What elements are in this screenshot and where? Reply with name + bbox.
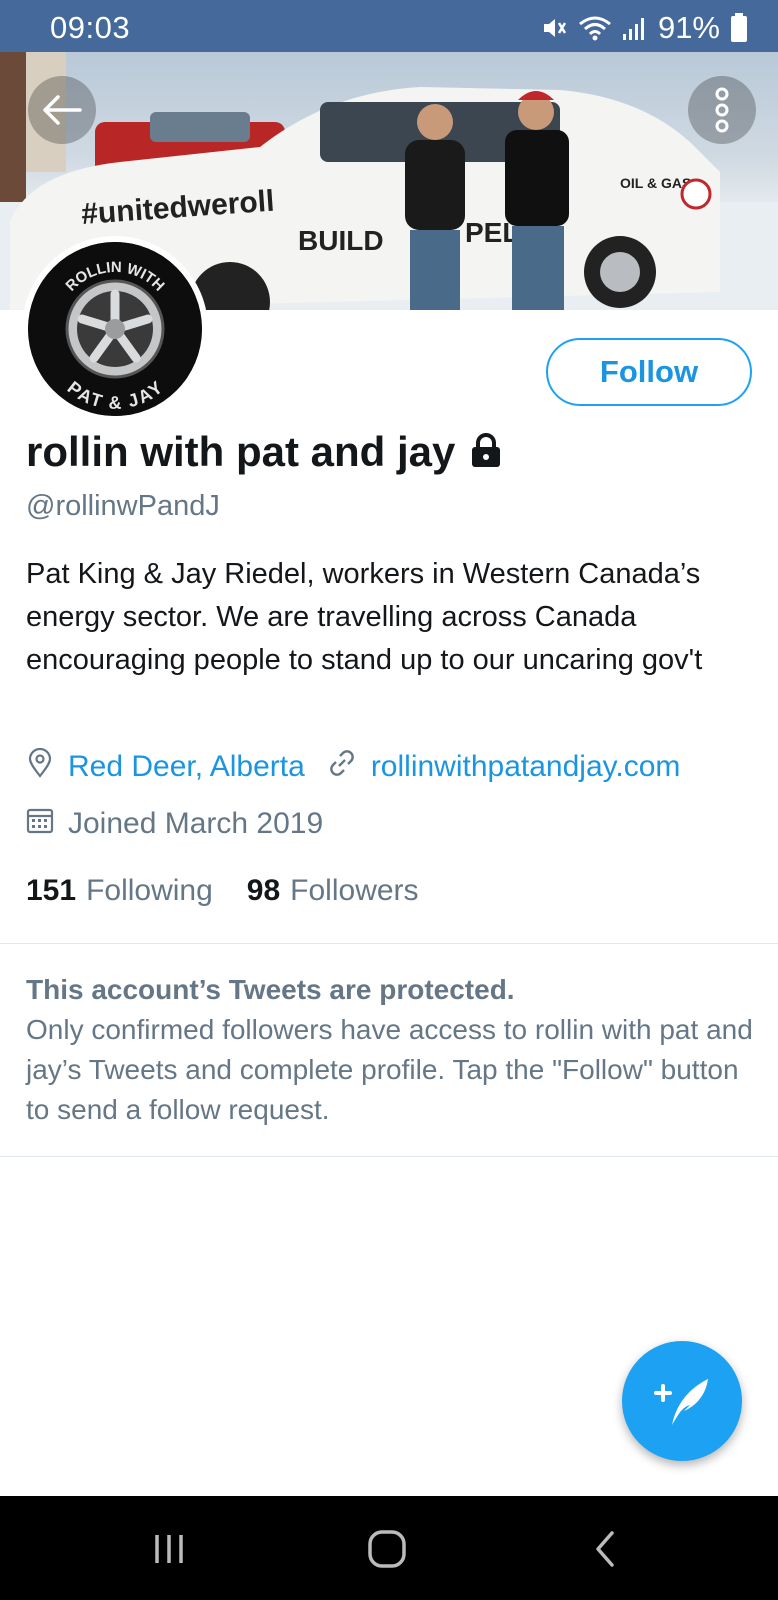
signal-icon <box>622 14 648 42</box>
recent-apps-button[interactable] <box>144 1526 194 1572</box>
location-text[interactable]: Red Deer, Alberta <box>68 750 305 784</box>
banner-truck-text-3: OIL & GAS <box>620 175 691 191</box>
link-icon <box>327 748 357 786</box>
battery-icon <box>730 13 748 43</box>
battery-percent: 91% <box>657 10 720 45</box>
location-pin-icon <box>26 747 54 786</box>
protected-title: This account’s Tweets are protected. <box>26 974 515 1005</box>
status-bar: 09:03 91% <box>0 0 778 52</box>
joined-text: Joined March 2019 <box>68 807 324 840</box>
more-options-button[interactable] <box>688 76 756 144</box>
name-row: rollin with pat and jay <box>26 428 503 476</box>
back-button[interactable] <box>28 76 96 144</box>
followers-stat[interactable]: 98 Followers <box>247 874 419 908</box>
protected-body: Only confirmed followers have access to … <box>26 1014 753 1125</box>
following-count: 151 <box>26 874 77 907</box>
compose-tweet-button[interactable] <box>622 1341 742 1461</box>
joined-date: Joined March 2019 <box>26 806 323 842</box>
banner-truck-text-1: BUILD <box>298 225 384 256</box>
divider <box>0 1156 778 1157</box>
mute-icon <box>540 14 568 42</box>
arrow-left-icon <box>43 95 82 125</box>
avatar-image: ROLLIN WITH PAT & JAY <box>28 242 202 416</box>
chevron-left-icon <box>596 1531 614 1567</box>
recent-apps-icon <box>155 1535 183 1563</box>
calendar-icon <box>26 806 54 842</box>
home-icon <box>368 1530 406 1568</box>
profile-bio: Pat King & Jay Riedel, workers in Wester… <box>26 558 703 676</box>
wifi-icon <box>578 14 612 42</box>
status-time: 09:03 <box>50 10 131 45</box>
home-button[interactable] <box>362 1526 412 1572</box>
display-name: rollin with pat and jay <box>26 428 456 475</box>
avatar[interactable]: ROLLIN WITH PAT & JAY <box>22 236 208 422</box>
divider <box>0 943 778 944</box>
follow-stats: 151 Following 98 Followers <box>26 874 419 908</box>
lock-icon <box>469 432 503 473</box>
back-nav-button[interactable] <box>580 1526 630 1572</box>
more-vertical-icon <box>715 87 729 133</box>
system-navigation-bar <box>0 1496 778 1600</box>
compose-feather-icon <box>654 1379 708 1425</box>
follow-button[interactable]: Follow <box>546 338 752 406</box>
website-link[interactable]: rollinwithpatandjay.com <box>371 750 681 784</box>
user-handle: @rollinwPandJ <box>26 490 220 522</box>
followers-count: 98 <box>246 874 281 907</box>
following-stat[interactable]: 151 Following <box>26 874 213 908</box>
followers-label: Followers <box>290 874 419 907</box>
website: rollinwithpatandjay.com <box>327 748 681 786</box>
profile-meta: Red Deer, Alberta rollinwithpatandjay.co… <box>26 747 702 786</box>
status-icons: 91% <box>540 10 748 46</box>
location: Red Deer, Alberta <box>26 747 305 786</box>
protected-notice: This account’s Tweets are protected. Onl… <box>26 970 756 1130</box>
following-label: Following <box>86 874 213 907</box>
